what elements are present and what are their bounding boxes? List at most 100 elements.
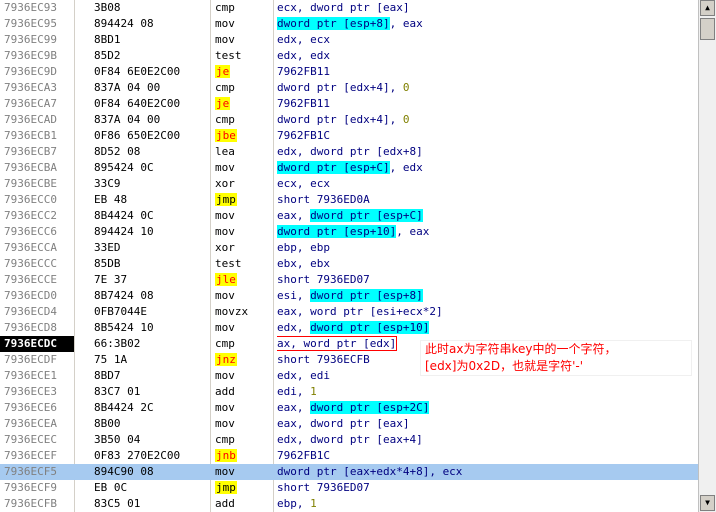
instruction-row[interactable]: 7936ECEF 0F83 270E2C00 jnb 7962FB1C	[0, 448, 698, 464]
annotation-note: 此时ax为字符串key中的一个字符， [edx]为0x2D，也就是字符'-'	[420, 340, 692, 376]
instruction-address: 7936ECFB	[4, 497, 57, 510]
operand-group: edx, ecx	[277, 33, 330, 46]
scroll-up-icon[interactable]: ▲	[700, 0, 715, 16]
mnemonic-text: je	[215, 65, 231, 78]
operand-group: edx, dword ptr [esp+10]	[277, 321, 430, 334]
operand-part: eax, word ptr [esi+ecx*2]	[277, 305, 443, 318]
operand-part: , edx	[389, 161, 423, 174]
scroll-thumb[interactable]	[700, 18, 715, 40]
operand-group: short 7936ED07	[277, 481, 370, 494]
instruction-row[interactable]: 7936EC95 894424 08 mov dword ptr [esp+8], e…	[0, 16, 698, 32]
instruction-address: 7936ECB7	[4, 145, 57, 158]
instruction-row[interactable]: 7936ECE6 8B4424 2C mov eax, dword ptr [esp+…	[0, 400, 698, 416]
instruction-mnemonic: add	[213, 384, 271, 400]
instruction-row[interactable]: 7936ECC6 894424 10 mov dword ptr [esp+10], …	[0, 224, 698, 240]
operand-group: dword ptr [esp+8], eax	[277, 17, 423, 30]
instruction-mnemonic: xor	[213, 176, 271, 192]
instruction-row[interactable]: 7936ECD8 8B5424 10 mov edx, dword ptr [esp+…	[0, 320, 698, 336]
instruction-address: 7936ECEA	[4, 417, 57, 430]
instruction-row[interactable]: 7936ECD0 8B7424 08 mov esi, dword ptr [esp+…	[0, 288, 698, 304]
instruction-hex: 33ED	[94, 241, 121, 254]
instruction-row[interactable]: 7936ECEC 3B50 04 cmp edx, dword ptr [eax+4]	[0, 432, 698, 448]
instruction-operands: ebp, 1	[277, 496, 697, 512]
vertical-scrollbar[interactable]: ▲ ▼	[698, 0, 716, 512]
instruction-operands: dword ptr [edx+4], 0	[277, 80, 697, 96]
instruction-row[interactable]: 7936EC9D 0F84 6E0E2C00 je 7962FB11	[0, 64, 698, 80]
operand-group: short 7936ED0A	[277, 193, 370, 206]
instruction-hex: 83C7 01	[94, 385, 141, 398]
mnemonic-text: jle	[215, 273, 237, 286]
annotation-line-2: [edx]为0x2D，也就是字符'-'	[425, 359, 584, 373]
operand-group: dword ptr [edx+4], 0	[277, 113, 409, 126]
operand-part: 7962FB1C	[277, 129, 330, 142]
mnemonic-text: je	[215, 97, 231, 110]
operand-part: ax, word ptr [edx]	[277, 337, 397, 350]
operand-part: ecx, ecx	[277, 177, 330, 190]
instruction-row[interactable]: 7936ECB7 8D52 08 lea edx, dword ptr [edx+8]	[0, 144, 698, 160]
operand-part: eax, dword ptr [eax]	[277, 417, 410, 430]
operand-part: edx, ecx	[277, 33, 330, 46]
instruction-mnemonic: mov	[213, 400, 271, 416]
instruction-mnemonic: jnb	[213, 448, 271, 464]
scroll-down-icon[interactable]: ▼	[700, 495, 715, 511]
instruction-hex: 837A 04 00	[94, 81, 161, 94]
instruction-address: 7936EC93	[4, 1, 57, 14]
instruction-operands: dword ptr [eax+edx*4+8], ecx	[277, 464, 697, 480]
instruction-hex: EB 48	[94, 193, 128, 206]
instruction-address: 7936ECD0	[4, 289, 57, 302]
operand-part: edx, dword ptr [eax+4]	[277, 433, 423, 446]
instruction-row[interactable]: 7936ECC0 EB 48 jmp short 7936ED0A	[0, 192, 698, 208]
instruction-row[interactable]: 7936EC93 3B08 cmp ecx, dword ptr [eax]	[0, 0, 698, 16]
operand-group: 7962FB11	[277, 97, 330, 110]
mnemonic-text: xor	[215, 177, 235, 190]
instruction-mnemonic: jmp	[213, 192, 271, 208]
instruction-hex: 83C5 01	[94, 497, 141, 510]
instruction-row[interactable]: 7936ECBE 33C9 xor ecx, ecx	[0, 176, 698, 192]
instruction-operands: 7962FB1C	[277, 448, 697, 464]
disassembly-pane[interactable]: 7936EC93 3B08 cmp ecx, dword ptr [eax] 7936E…	[0, 0, 698, 512]
operand-group: edx, edi	[277, 369, 330, 382]
instruction-hex: 0F84 6E0E2C00	[94, 65, 181, 78]
instruction-row[interactable]: 7936ECE3 83C7 01 add edi, 1	[0, 384, 698, 400]
instruction-hex: 66:3B02	[94, 337, 141, 350]
mnemonic-text: jnb	[215, 449, 237, 462]
instruction-row[interactable]: 7936EC99 8BD1 mov edx, ecx	[0, 32, 698, 48]
instruction-hex: 0F83 270E2C00	[94, 449, 181, 462]
mnemonic-text: mov	[215, 17, 235, 30]
instruction-row[interactable]: 7936ECD4 0FB7044E movzx eax, word ptr [esi+…	[0, 304, 698, 320]
instruction-row[interactable]: 7936ECEA 8B00 mov eax, dword ptr [eax]	[0, 416, 698, 432]
operand-part: dword ptr [edx+4],	[277, 113, 403, 126]
instruction-hex: 75 1A	[94, 353, 128, 366]
instruction-row[interactable]: 7936ECCA 33ED xor ebp, ebp	[0, 240, 698, 256]
instruction-hex: 894C90 08	[94, 465, 154, 478]
mnemonic-text: mov	[215, 209, 235, 222]
instruction-hex: 8B5424 10	[94, 321, 154, 334]
mnemonic-text: cmp	[215, 337, 235, 350]
mnemonic-text: mov	[215, 225, 235, 238]
operand-part: dword ptr [esp+C]	[310, 209, 423, 222]
instruction-row[interactable]: 7936EC9B 85D2 test edx, edx	[0, 48, 698, 64]
instruction-hex: 0F86 650E2C00	[94, 129, 181, 142]
instruction-address: 7936ECEC	[4, 433, 57, 446]
instruction-row[interactable]: 7936ECA7 0F84 640E2C00 je 7962FB11	[0, 96, 698, 112]
instruction-operands: edx, ecx	[277, 32, 697, 48]
instruction-row[interactable]: 7936ECBA 895424 0C mov dword ptr [esp+C], e…	[0, 160, 698, 176]
instruction-row[interactable]: 7936ECB1 0F86 650E2C00 jbe 7962FB1C	[0, 128, 698, 144]
instruction-row[interactable]: 7936ECAD 837A 04 00 cmp dword ptr [edx+4], …	[0, 112, 698, 128]
operand-group: eax, dword ptr [esp+2C]	[277, 401, 430, 414]
operand-part: edi,	[277, 385, 311, 398]
operand-part: dword ptr [esp+C]	[277, 161, 390, 174]
instruction-row[interactable]: 7936ECCC 85DB test ebx, ebx	[0, 256, 698, 272]
operand-part: 1	[310, 497, 317, 510]
instruction-row[interactable]: 7936ECC2 8B4424 0C mov eax, dword ptr [esp+…	[0, 208, 698, 224]
instruction-mnemonic: mov	[213, 208, 271, 224]
instruction-address: 7936ECE6	[4, 401, 57, 414]
operand-group: edx, dword ptr [edx+8]	[277, 145, 423, 158]
operand-part: ebp, ebp	[277, 241, 330, 254]
instruction-row[interactable]: 7936ECF9 EB 0C jmp short 7936ED07	[0, 480, 698, 496]
instruction-row[interactable]: 7936ECF5 894C90 08 mov dword ptr [eax+edx*4…	[0, 464, 698, 480]
instruction-row[interactable]: 7936ECA3 837A 04 00 cmp dword ptr [edx+4], …	[0, 80, 698, 96]
instruction-row[interactable]: 7936ECFB 83C5 01 add ebp, 1	[0, 496, 698, 512]
instruction-hex: 895424 0C	[94, 161, 154, 174]
instruction-row[interactable]: 7936ECCE 7E 37 jle short 7936ED07	[0, 272, 698, 288]
